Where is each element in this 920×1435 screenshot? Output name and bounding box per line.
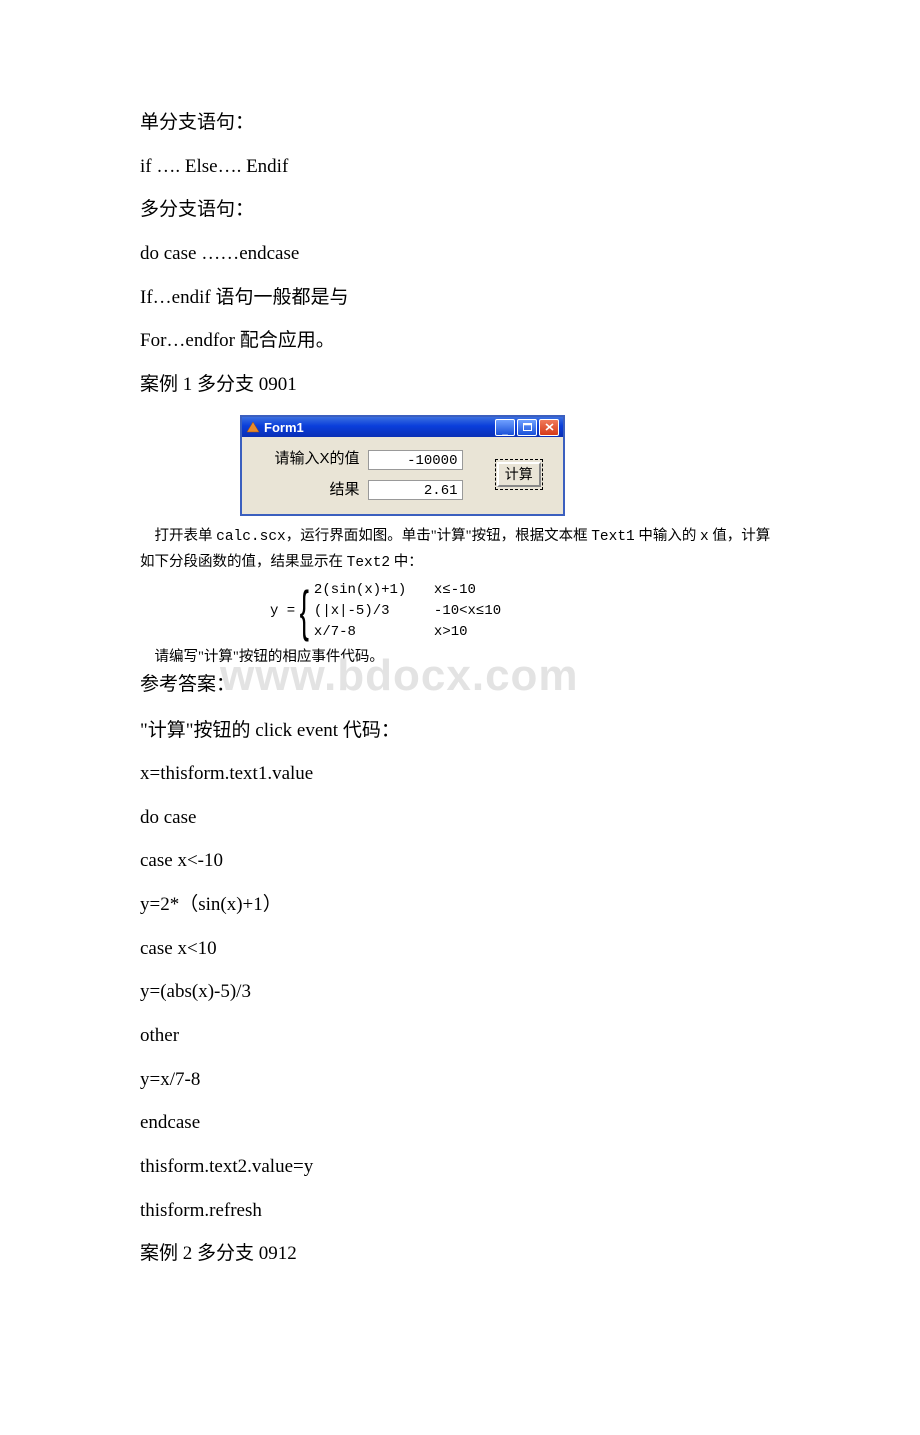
paragraph: do case ……endcase [140,241,780,267]
piecewise-equation: y = { 2(sin(x)+1) x≤-10 (|x|-5)/3 -10<x≤… [270,581,780,642]
label-result: 结果 [250,480,360,500]
watermark-area: www.bdocx.com 参考答案： [140,672,780,708]
text1-input[interactable]: -10000 [368,450,463,470]
text: ，运行界面如图。单击"计算"按钮，根据文本框 [286,528,591,544]
code-line: thisform.refresh [140,1198,780,1224]
paragraph: 案例 2 多分支 0912 [140,1241,780,1267]
case-condition: -10<x≤10 [434,602,501,621]
text2-ref: Text2 [347,555,391,571]
code-line: do case [140,805,780,831]
case-condition: x≤-10 [434,581,476,600]
case-row: 2(sin(x)+1) x≤-10 [314,581,501,600]
label-x: 请输入X的值 [250,449,360,469]
code-line: other [140,1023,780,1049]
paragraph: For…endfor 配合应用。 [140,328,780,354]
paragraph: 案例 1 多分支 0901 [140,372,780,398]
titlebar: Form1 _ [242,417,563,437]
window-title: Form1 [264,419,304,437]
document-page: 单分支语句： if …. Else…. Endif 多分支语句： do case… [0,0,920,1435]
maximize-button[interactable] [517,419,537,436]
code-line: endcase [140,1110,780,1136]
x-ref: x [700,529,709,545]
case-condition: x>10 [434,623,468,642]
form-window-figure: Form1 _ 请输入X的值 -10000 计算 [240,415,565,516]
form-window: Form1 _ 请输入X的值 -10000 计算 [240,415,565,516]
app-icon [246,420,260,434]
code-line: y=x/7-8 [140,1067,780,1093]
text: 打开表单 [155,528,217,544]
text2-output: 2.61 [368,480,463,500]
paragraph: 多分支语句： [140,197,780,223]
case-row: (|x|-5)/3 -10<x≤10 [314,602,501,621]
instruction-paragraph: 打开表单 calc.scx，运行界面如图。单击"计算"按钮，根据文本框 Text… [140,524,780,575]
code-line: y=2*（sin(x)+1） [140,892,780,918]
case-row: x/7-8 x>10 [314,623,501,642]
y-equals: y = [270,602,295,621]
paragraph: If…endif 语句一般都是与 [140,285,780,311]
text: 中输入的 [635,528,700,544]
calc-button-label: 计算 [497,462,541,487]
brace-icon: { [300,589,309,634]
case-expression: x/7-8 [314,623,434,642]
text: 中： [390,554,423,570]
code-line: case x<10 [140,936,780,962]
paragraph: 单分支语句： [140,110,780,136]
code-line: case x<-10 [140,848,780,874]
calc-button[interactable]: 计算 [495,459,543,490]
filename: calc.scx [216,529,286,545]
equation-cases: 2(sin(x)+1) x≤-10 (|x|-5)/3 -10<x≤10 x/7… [314,581,501,642]
code-line: thisform.text2.value=y [140,1154,780,1180]
paragraph: "计算"按钮的 click event 代码： [140,718,780,744]
code-line: x=thisform.text1.value [140,761,780,787]
answer-heading: 参考答案： [140,672,780,698]
form-body: 请输入X的值 -10000 计算 结果 2.61 [242,437,563,514]
code-line: y=(abs(x)-5)/3 [140,979,780,1005]
paragraph: if …. Else…. Endif [140,154,780,180]
close-button[interactable] [539,419,559,436]
window-controls: _ [495,419,559,436]
minimize-button[interactable]: _ [495,419,515,436]
case-expression: 2(sin(x)+1) [314,581,434,600]
text1-ref: Text1 [591,529,635,545]
titlebar-left: Form1 [246,419,304,437]
case-expression: (|x|-5)/3 [314,602,434,621]
